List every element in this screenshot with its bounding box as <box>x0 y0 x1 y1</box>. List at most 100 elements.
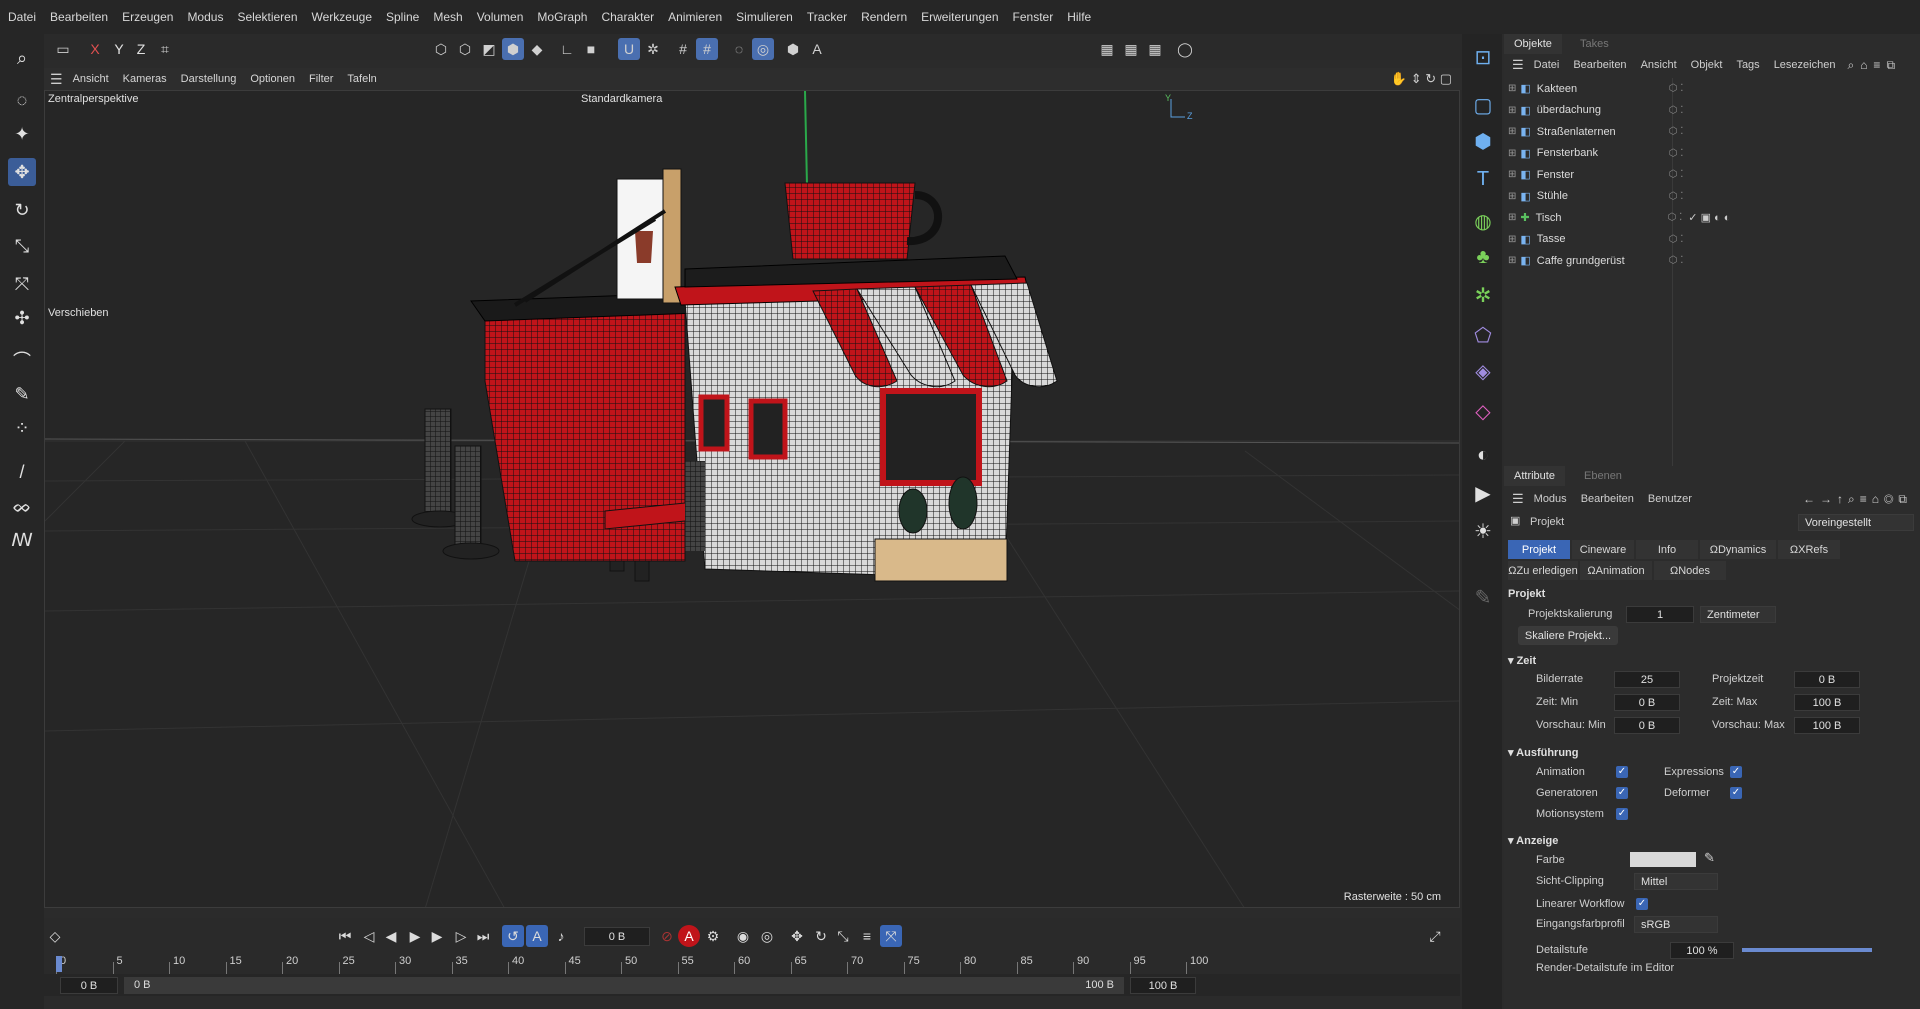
prev-key-icon[interactable]: ◁ <box>358 925 380 947</box>
visibility-icon[interactable]: ⬡ ⁚ <box>1669 191 1684 202</box>
sculpt-icon[interactable]: ꟿ <box>8 526 36 554</box>
tab-ebenen[interactable]: Ebenen <box>1574 466 1632 486</box>
redshift-icon[interactable]: ◯ <box>1174 38 1196 60</box>
play-icon[interactable]: ▶ <box>404 925 426 947</box>
go-to-start-icon[interactable]: ⏮ <box>334 925 356 947</box>
menu-mograph[interactable]: MoGraph <box>537 10 587 24</box>
section-anzeige-toggle[interactable]: ▾ Anzeige <box>1508 834 1558 847</box>
menu-hilfe[interactable]: Hilfe <box>1067 10 1091 24</box>
paint-dots-icon[interactable]: ⁘ <box>8 414 36 442</box>
subtab-xrefs[interactable]: Ω XRefs <box>1778 540 1840 559</box>
position-key-icon[interactable]: ✥ <box>786 925 808 947</box>
field-icon[interactable]: ◈ <box>1468 356 1498 386</box>
axis-x-button[interactable]: X <box>84 38 106 60</box>
viewport-menu-optionen[interactable]: Optionen <box>250 73 295 85</box>
menu-tracker[interactable]: Tracker <box>807 10 847 24</box>
object-mode-icon[interactable]: ◆ <box>526 38 548 60</box>
animation-checkbox[interactable]: ✓ <box>1616 766 1628 778</box>
visibility-icon[interactable]: ⬡ ⁚ <box>1669 126 1684 137</box>
tab-takes[interactable]: Takes <box>1570 34 1619 54</box>
points-mode-icon[interactable]: ⬡ <box>430 38 452 60</box>
zeitmax-input[interactable]: 100 B <box>1794 694 1860 711</box>
lock-icon[interactable]: ◌ <box>728 38 750 60</box>
menu-animieren[interactable]: Animieren <box>668 10 722 24</box>
scale-project-button[interactable]: Skaliere Projekt... <box>1518 626 1618 645</box>
current-frame-input[interactable]: 0 B <box>584 927 650 946</box>
object-row[interactable]: ⊞ ◧ Tasse ⬡ ⁚ <box>1504 229 1920 250</box>
farbe-swatch[interactable] <box>1630 852 1696 867</box>
vorschau-min-input[interactable]: 0 B <box>1614 717 1680 734</box>
coordinate-system-icon[interactable]: ⌗ <box>154 38 176 60</box>
menu-fenster[interactable]: Fenster <box>1013 10 1054 24</box>
menu-mesh[interactable]: Mesh <box>433 10 462 24</box>
object-row[interactable]: ⊞ ◧ Fensterbank ⬡ ⁚ <box>1504 143 1920 164</box>
playhead[interactable] <box>56 956 62 972</box>
loop-icon[interactable]: ↺ <box>502 925 524 947</box>
tag-icon[interactable]: ⬢ <box>782 38 804 60</box>
eyedropper-icon[interactable]: ✎ <box>1704 850 1715 866</box>
expand-icon[interactable]: ⊞ <box>1508 234 1516 245</box>
objects-menu-objekt[interactable]: Objekt <box>1691 59 1723 71</box>
subtab-cineware[interactable]: Cineware <box>1572 540 1634 559</box>
tab-attribute[interactable]: Attribute <box>1504 466 1565 486</box>
search-icon[interactable]: ⌕ <box>8 44 36 72</box>
cube-icon[interactable]: ⬢ <box>1468 126 1498 156</box>
edges-mode-icon[interactable]: ⬡ <box>454 38 476 60</box>
viewport-menu-darstellung[interactable]: Darstellung <box>181 73 237 85</box>
expressions-checkbox[interactable]: ✓ <box>1730 766 1742 778</box>
deformer-checkbox[interactable]: ✓ <box>1730 787 1742 799</box>
object-row[interactable]: ⊞ ◧ Kakteen ⬡ ⁚ <box>1504 78 1920 99</box>
generatoren-checkbox[interactable]: ✓ <box>1616 787 1628 799</box>
visibility-icon[interactable]: ⬡ ⁚ <box>1669 148 1684 159</box>
range-start-input[interactable]: 0 B <box>60 977 118 994</box>
camera-label[interactable]: Standardkamera <box>581 93 662 105</box>
param-key-icon[interactable]: ≡ <box>856 925 878 947</box>
vorschau-max-input[interactable]: 100 B <box>1794 717 1860 734</box>
key-mode-icon[interactable]: ◉ <box>732 925 754 947</box>
scale-input[interactable]: 1 <box>1626 606 1694 623</box>
zeitmin-input[interactable]: 0 B <box>1614 694 1680 711</box>
objects-menu-bearbeiten[interactable]: Bearbeiten <box>1573 59 1626 71</box>
object-row[interactable]: ⊞ ◧ Caffe grundgerüst ⬡ ⁚ <box>1504 250 1920 271</box>
camera-icon[interactable]: ▶ <box>1468 478 1498 508</box>
section-ausfuehrung-toggle[interactable]: ▾ Ausführung <box>1508 746 1579 759</box>
expand-icon[interactable]: ⊞ <box>1508 212 1516 223</box>
timeline-graph-icon[interactable]: ⤢ <box>1424 925 1446 947</box>
solo-icon[interactable]: ■ <box>580 38 602 60</box>
workplane-icon[interactable]: ∟ <box>556 38 578 60</box>
visibility-icon[interactable]: ⬡ ⁚ <box>1669 83 1684 94</box>
object-row[interactable]: ⊞ ◧ überdachung ⬡ ⁚ <box>1504 100 1920 121</box>
scale-unit-dropdown[interactable]: Zentimeter <box>1700 606 1776 623</box>
volume-icon[interactable]: ◇ <box>1468 396 1498 426</box>
rotation-key-icon[interactable]: ↻ <box>810 925 832 947</box>
visibility-icon[interactable]: ⬡ ⁚ <box>1669 169 1684 180</box>
record-icon[interactable]: ⊘ <box>656 925 678 947</box>
symmetry-icon[interactable]: ◎ <box>752 38 774 60</box>
go-to-end-icon[interactable]: ⏭ <box>472 925 494 947</box>
objects-toolbar-icons[interactable]: ⌕⌂≡⧉ <box>1847 58 1901 73</box>
subtab-animation[interactable]: Ω Animation <box>1580 561 1652 580</box>
polygons-mode-icon[interactable]: ◩ <box>478 38 500 60</box>
grid-icon[interactable]: # <box>672 38 694 60</box>
key-selection-icon[interactable]: ◎ <box>756 925 778 947</box>
rotate-tool-icon[interactable]: ↻ <box>8 196 36 224</box>
expand-icon[interactable]: ⊞ <box>1508 105 1516 116</box>
detailstufe-input[interactable]: 100 % <box>1670 942 1734 959</box>
next-key-icon[interactable]: ▷ <box>450 925 472 947</box>
expand-icon[interactable]: ⊞ <box>1508 169 1516 180</box>
brush-icon[interactable]: ✎ <box>8 380 36 408</box>
environment-icon[interactable]: ◐ <box>1468 440 1498 470</box>
attributes-menu-bearbeiten[interactable]: Bearbeiten <box>1581 493 1634 505</box>
menu-datei[interactable]: Datei <box>8 10 36 24</box>
object-manager-icon[interactable]: ⊡ <box>1468 42 1498 72</box>
range-end-input[interactable]: 100 B <box>1130 977 1196 994</box>
menu-selektieren[interactable]: Selektieren <box>237 10 297 24</box>
subtab-projekt[interactable]: Projekt <box>1508 540 1570 559</box>
viewport-menu-ansicht[interactable]: Ansicht <box>73 73 109 85</box>
viewport-menu-icon[interactable]: ☰ <box>50 71 63 88</box>
attributes-nav-icons[interactable]: ←→↑⌕≡⌂◎⧉ <box>1803 492 1912 507</box>
sound-icon[interactable]: ♪ <box>550 925 572 947</box>
visibility-icon[interactable]: ⬡ ⁚ <box>1669 234 1684 245</box>
keyframe-settings-icon[interactable]: ⚙ <box>702 925 724 947</box>
gear-icon[interactable]: ✲ <box>1468 280 1498 310</box>
